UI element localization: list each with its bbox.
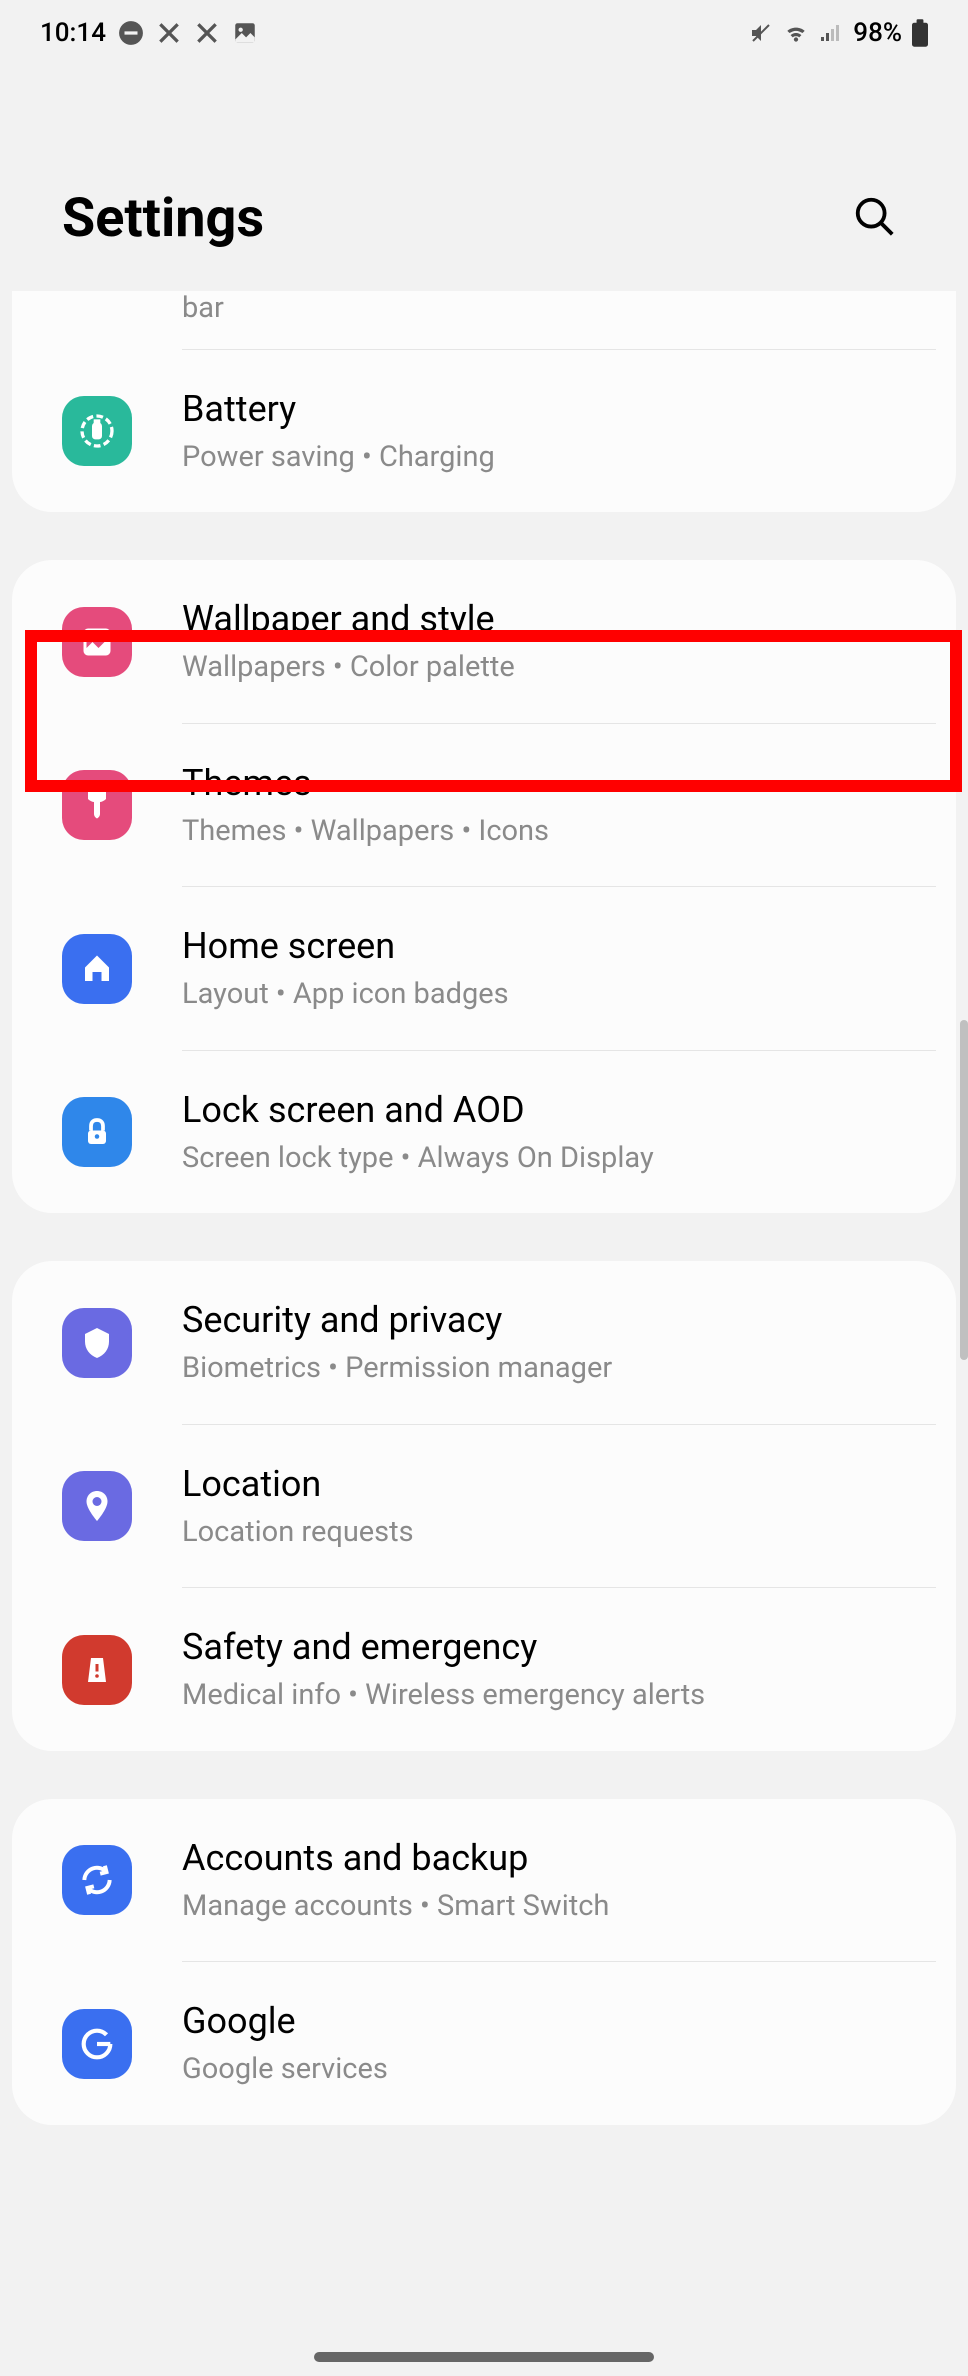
setting-title: Battery (182, 386, 926, 433)
setting-security[interactable]: Security and privacy Biometrics • Permis… (12, 1261, 956, 1423)
dnd-icon (118, 20, 144, 46)
setting-subtitle: Location requests (182, 1514, 926, 1552)
status-right: 98% (749, 18, 928, 48)
setting-subtitle: Screen lock type • Always On Display (182, 1140, 926, 1178)
x-icon-2 (194, 20, 220, 46)
setting-subtitle: Biometrics • Permission manager (182, 1350, 926, 1388)
settings-group: Security and privacy Biometrics • Permis… (12, 1261, 956, 1750)
settings-group: Accounts and backup Manage accounts • Sm… (12, 1799, 956, 2125)
lock-icon (62, 1097, 132, 1167)
battery-setting-icon (62, 396, 132, 466)
signal-icon (819, 21, 843, 45)
search-button[interactable] (844, 186, 906, 251)
header: Settings (0, 66, 968, 291)
setting-title: Home screen (182, 923, 926, 970)
setting-accounts[interactable]: Accounts and backup Manage accounts • Sm… (12, 1799, 956, 1961)
setting-title: Lock screen and AOD (182, 1087, 926, 1134)
setting-themes[interactable]: Themes Themes • Wallpapers • Icons (12, 724, 956, 886)
settings-group: Wallpaper and style Wallpapers • Color p… (12, 560, 956, 1213)
google-icon (62, 2009, 132, 2079)
nav-handle[interactable] (314, 2352, 654, 2362)
page-title: Settings (62, 187, 264, 250)
setting-title: Safety and emergency (182, 1624, 926, 1671)
setting-google[interactable]: Google Google services (12, 1962, 956, 2124)
battery-icon (912, 19, 928, 47)
setting-subtitle: Wallpapers • Color palette (182, 649, 926, 687)
wallpaper-icon (62, 607, 132, 677)
accounts-icon (62, 1845, 132, 1915)
setting-subtitle: Google services (182, 2051, 926, 2089)
setting-title: Wallpaper and style (182, 596, 926, 643)
image-icon (232, 20, 258, 46)
setting-lock-screen[interactable]: Lock screen and AOD Screen lock type • A… (12, 1051, 956, 1213)
setting-title: Accounts and backup (182, 1835, 926, 1882)
setting-subtitle: Manage accounts • Smart Switch (182, 1888, 926, 1926)
emergency-icon (62, 1635, 132, 1705)
x-icon (156, 20, 182, 46)
status-bar: 10:14 98% (0, 0, 968, 66)
mute-icon (749, 21, 773, 45)
status-time: 10:14 (40, 18, 106, 48)
shield-icon (62, 1308, 132, 1378)
battery-percent: 98% (853, 18, 902, 48)
setting-subtitle: Power saving • Charging (182, 439, 926, 477)
setting-subtitle: Medical info • Wireless emergency alerts (182, 1677, 926, 1715)
partial-subtitle: bar (182, 291, 956, 349)
setting-home-screen[interactable]: Home screen Layout • App icon badges (12, 887, 956, 1049)
wifi-icon (783, 20, 809, 46)
search-icon (852, 228, 898, 243)
setting-title: Security and privacy (182, 1297, 926, 1344)
setting-subtitle: Themes • Wallpapers • Icons (182, 813, 926, 851)
setting-title: Location (182, 1461, 926, 1508)
themes-icon (62, 770, 132, 840)
setting-location[interactable]: Location Location requests (12, 1425, 956, 1587)
setting-subtitle: Layout • App icon badges (182, 976, 926, 1014)
scrollbar[interactable] (960, 1020, 968, 1360)
setting-safety[interactable]: Safety and emergency Medical info • Wire… (12, 1588, 956, 1750)
settings-group: bar Battery Power saving • Charging (12, 291, 956, 512)
setting-battery[interactable]: Battery Power saving • Charging (12, 350, 956, 512)
setting-title: Google (182, 1998, 926, 2045)
location-icon (62, 1471, 132, 1541)
status-left: 10:14 (40, 18, 258, 48)
home-icon (62, 934, 132, 1004)
setting-wallpaper[interactable]: Wallpaper and style Wallpapers • Color p… (12, 560, 956, 722)
setting-title: Themes (182, 760, 926, 807)
